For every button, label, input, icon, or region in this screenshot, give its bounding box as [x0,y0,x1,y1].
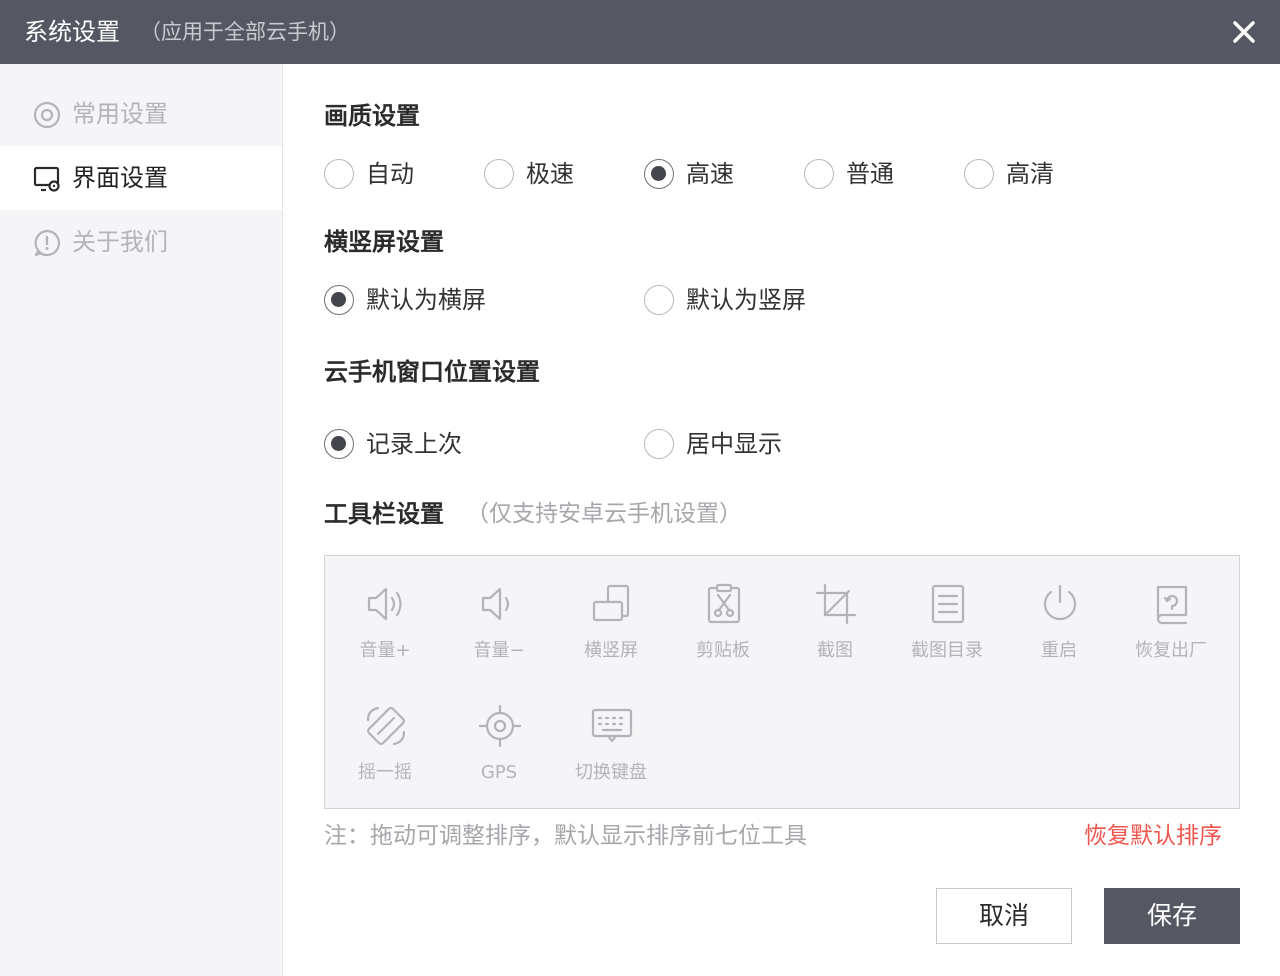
reset-default-order-link[interactable]: 恢复默认排序 [1084,820,1222,852]
close-icon [1233,21,1255,43]
title-bar: 系统设置 （应用于全部云手机） [0,0,1280,64]
window-title: 系统设置 [24,18,120,46]
crop-icon [815,583,857,625]
settings-icon [33,101,61,129]
factory-reset-icon [1156,585,1188,625]
tool-gps[interactable]: GPS [449,696,549,796]
tool-shake[interactable]: 摇一摇 [335,696,435,796]
orientation-section-title: 横竖屏设置 [324,228,444,256]
toolbar-section-title: 工具栏设置 [324,500,444,528]
window-subtitle: （应用于全部云手机） [140,20,350,44]
sidebar-item-label: 常用设置 [72,100,168,128]
sidebar-item-general[interactable]: 常用设置 [0,82,282,146]
tool-restart[interactable]: 重启 [1009,574,1109,674]
window-position-section-title: 云手机窗口位置设置 [324,358,540,386]
close-button[interactable] [1224,12,1264,52]
power-icon [1043,584,1077,621]
toolbar-tool-grid: 音量+ 音量− 横竖屏 剪贴板 截图 截图目录 重启 恢复出厂 摇一摇 GPS … [324,555,1240,809]
tool-volume-up[interactable]: 音量+ [335,574,435,674]
cancel-button[interactable]: 取消 [936,888,1072,944]
shake-icon [366,706,406,746]
save-button[interactable]: 保存 [1104,888,1240,944]
sidebar-item-interface[interactable]: 界面设置 [0,146,282,210]
gps-icon [478,704,522,748]
volume-down-icon [481,587,510,621]
tool-switch-keyboard[interactable]: 切换键盘 [561,696,661,796]
rotate-screen-icon [592,584,630,622]
sidebar-item-label: 关于我们 [72,228,168,256]
screenshot-folder-icon [931,584,965,624]
tool-factory-reset[interactable]: 恢复出厂 [1121,574,1221,674]
tool-screenshot-folder[interactable]: 截图目录 [897,574,997,674]
sidebar-item-label: 界面设置 [72,164,168,192]
info-icon [34,229,61,257]
sidebar-item-about[interactable]: 关于我们 [0,210,282,274]
tool-screenshot[interactable]: 截图 [785,574,885,674]
tool-rotate-screen[interactable]: 横竖屏 [561,574,661,674]
tool-volume-down[interactable]: 音量− [449,574,549,674]
toolbar-drag-note: 注：拖动可调整排序，默认显示排序前七位工具 [324,823,807,849]
display-settings-icon [33,166,60,192]
keyboard-icon [591,708,633,743]
tool-clipboard[interactable]: 剪贴板 [673,574,773,674]
sidebar: 常用设置 界面设置 关于我们 [0,64,283,976]
toolbar-section-note: （仅支持安卓云手机设置） [466,501,742,527]
volume-up-icon [367,587,402,621]
clipboard-icon [707,583,741,624]
quality-section-title: 画质设置 [324,102,420,130]
